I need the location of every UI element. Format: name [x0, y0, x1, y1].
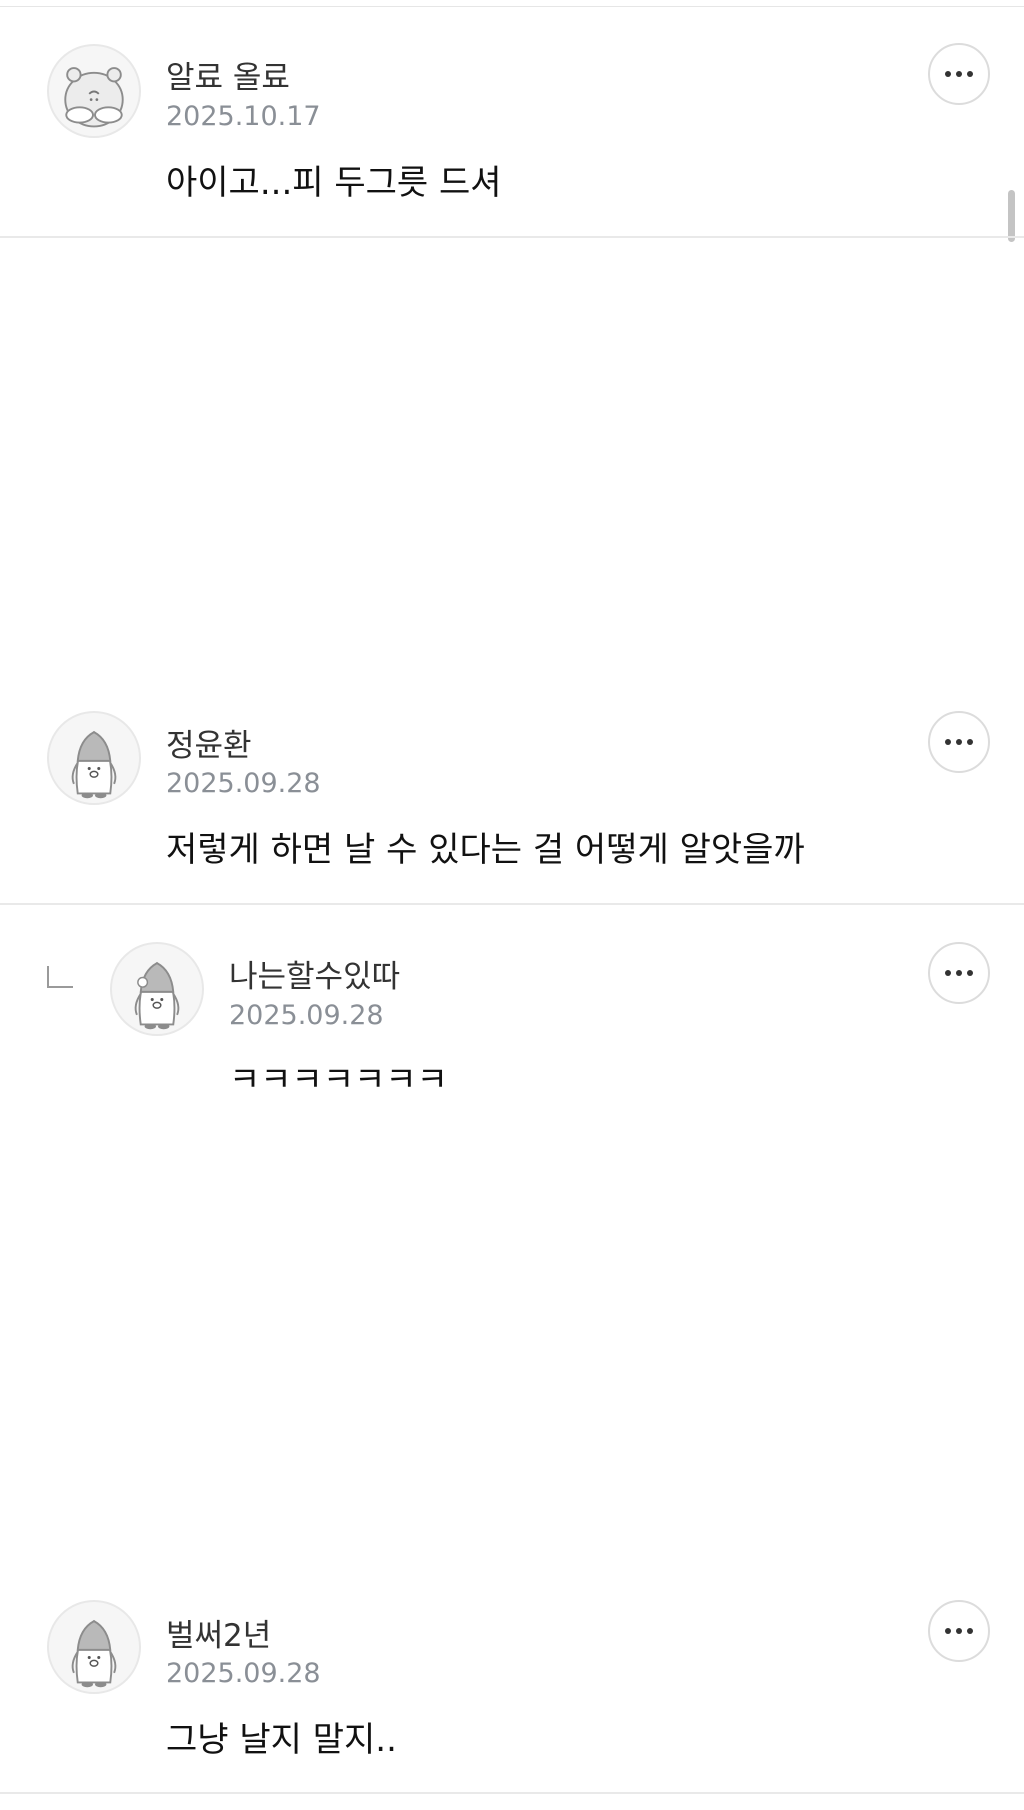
comment-text: 저렇게 하면 날 수 있다는 걸 어떻게 알앗을까 [166, 830, 805, 870]
comment-date: 2025.09.28 [166, 768, 321, 799]
penguin-avatar-icon[interactable] [47, 711, 141, 805]
reply-item: 나는할수있따 2025.09.28 ㅋㅋㅋㅋㅋㅋㅋ [0, 930, 1024, 1110]
comment-divider [0, 236, 1024, 238]
comment-author[interactable]: 알료 올료 [166, 52, 290, 97]
comment-item: 벌써2년 2025.09.28 그냥 날지 말지.. [0, 1590, 1024, 1795]
comment-divider [0, 903, 1024, 905]
more-options-icon [945, 71, 973, 77]
more-options-icon [945, 1628, 973, 1634]
more-options-icon [945, 739, 973, 745]
comment-author[interactable]: 나는할수있따 [229, 951, 400, 996]
comment-date: 2025.10.17 [166, 101, 321, 132]
more-options-button[interactable] [928, 711, 990, 773]
comment-divider [0, 1792, 1024, 1794]
comment-date: 2025.09.28 [166, 1658, 321, 1689]
more-options-icon [945, 970, 973, 976]
comment-item: 정윤환 2025.09.28 저렇게 하면 날 수 있다는 걸 어떻게 알앗을까 [0, 700, 1024, 905]
comment-date: 2025.09.28 [229, 1000, 384, 1031]
more-options-button[interactable] [928, 1600, 990, 1662]
hamster-avatar-icon[interactable] [47, 44, 141, 138]
comment-author[interactable]: 정윤환 [166, 720, 252, 765]
comment-text: ㅋㅋㅋㅋㅋㅋㅋ [229, 1060, 448, 1100]
comment-text: 그냥 날지 말지.. [166, 1720, 397, 1760]
more-options-button[interactable] [928, 43, 990, 105]
penguin-avatar-icon[interactable] [47, 1600, 141, 1694]
comment-author[interactable]: 벌써2년 [166, 1610, 271, 1655]
penguin-avatar-icon[interactable] [110, 942, 204, 1036]
comment-item: 알료 올료 2025.10.17 아이고...피 두그릇 드셔 [0, 0, 1024, 240]
more-options-button[interactable] [928, 942, 990, 1004]
reply-indent-icon [47, 966, 73, 988]
comment-text: 아이고...피 두그릇 드셔 [166, 163, 502, 203]
